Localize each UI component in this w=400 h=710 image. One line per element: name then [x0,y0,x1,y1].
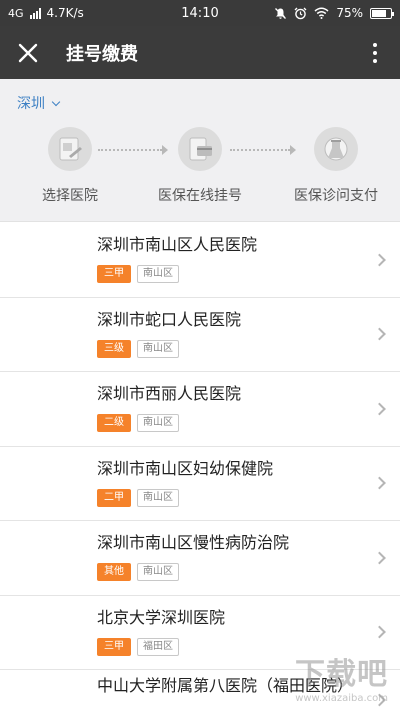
district-badge: 福田区 [137,637,179,656]
hospital-name: 深圳市南山区人民医院 [97,235,258,254]
insurance-card-icon [178,127,222,171]
step-label: 医保在线挂号 [158,188,242,204]
status-bar: 4G 4.7K/s 14:10 75% [0,0,400,26]
close-icon [18,43,38,62]
hospital-tags: 二甲 南山区 [97,488,400,507]
more-options-button[interactable] [360,26,390,79]
network-type: 4G [8,6,24,20]
mute-bell-icon [275,7,287,19]
network-speed: 4.7K/s [46,6,84,20]
district-badge: 南山区 [137,265,179,283]
district-badge: 南山区 [137,339,179,358]
hospital-name: 深圳市西丽人民医院 [97,384,242,403]
level-badge: 二级 [97,414,131,432]
district-badge: 南山区 [137,488,179,507]
hospital-card-icon [48,127,92,171]
hospital-name: 深圳市蛇口人民医院 [97,309,242,329]
hospital-tags: 三甲 南山区 [97,265,400,283]
more-dot-icon [373,42,377,47]
battery-percent: 75% [336,6,363,20]
hospital-name: 深圳市南山区慢性病防治院 [97,533,290,552]
status-right: 75% [274,6,394,20]
list-item[interactable]: 深圳市蛇口人民医院 三级 南山区 [0,298,400,372]
list-item[interactable]: 深圳市南山区妇幼保健院 二甲 南山区 [0,447,400,521]
hospital-tags: 三级 南山区 [97,339,400,358]
battery-fill [372,9,386,17]
district-badge: 南山区 [137,563,179,581]
signal-icon [29,7,41,19]
hospital-tags: 其他 南山区 [97,563,400,581]
status-left: 4G 4.7K/s [8,6,84,20]
level-badge: 三甲 [97,637,131,656]
step-online-registration: 医保在线挂号 [130,127,270,205]
level-badge: 三甲 [97,265,131,283]
watermark-url: www.xiazaiba.com [295,693,388,704]
watermark-logo: 下载吧 www.xiazaiba.com [295,649,388,704]
title-bar: 挂号缴费 [0,26,400,79]
more-dot-icon [373,50,377,55]
level-badge: 二甲 [97,488,131,507]
battery-icon [370,7,394,19]
step-label: 医保诊问支付 [294,188,378,204]
chevron-down-icon [51,97,61,106]
city-selector[interactable]: 深圳 [17,93,61,113]
level-badge: 其他 [97,563,131,581]
step-insurance-payment: 医保诊问支付 [266,127,400,205]
watermark-text: 下载吧 [295,657,388,692]
page-title: 挂号缴费 [66,43,138,65]
hospital-name: 深圳市南山区妇幼保健院 [97,458,274,478]
list-item[interactable]: 深圳市南山区慢性病防治院 其他 南山区 [0,521,400,596]
list-item[interactable]: 深圳市南山区人民医院 三甲 南山区 [0,223,400,298]
alarm-icon [294,7,307,19]
step-select-hospital: 选择医院 [0,127,140,205]
hospital-name: 北京大学深圳医院 [97,607,226,627]
steps-header: 深圳 选择医院 医保在线挂号 医保诊问支付 [0,79,400,222]
payment-flask-icon [314,127,358,171]
close-button[interactable] [0,26,56,79]
hospital-tags: 二级 南山区 [97,414,400,432]
district-badge: 南山区 [137,414,179,432]
city-label: 深圳 [17,96,45,112]
hospital-list: 深圳市南山区人民医院 三甲 南山区 深圳市蛇口人民医院 三级 南山区 深圳市西丽… [0,223,400,710]
wifi-icon [314,7,329,19]
list-item[interactable]: 深圳市西丽人民医院 二级 南山区 [0,372,400,447]
level-badge: 三级 [97,339,131,358]
more-dot-icon [373,58,377,63]
step-label: 选择医院 [42,188,98,204]
